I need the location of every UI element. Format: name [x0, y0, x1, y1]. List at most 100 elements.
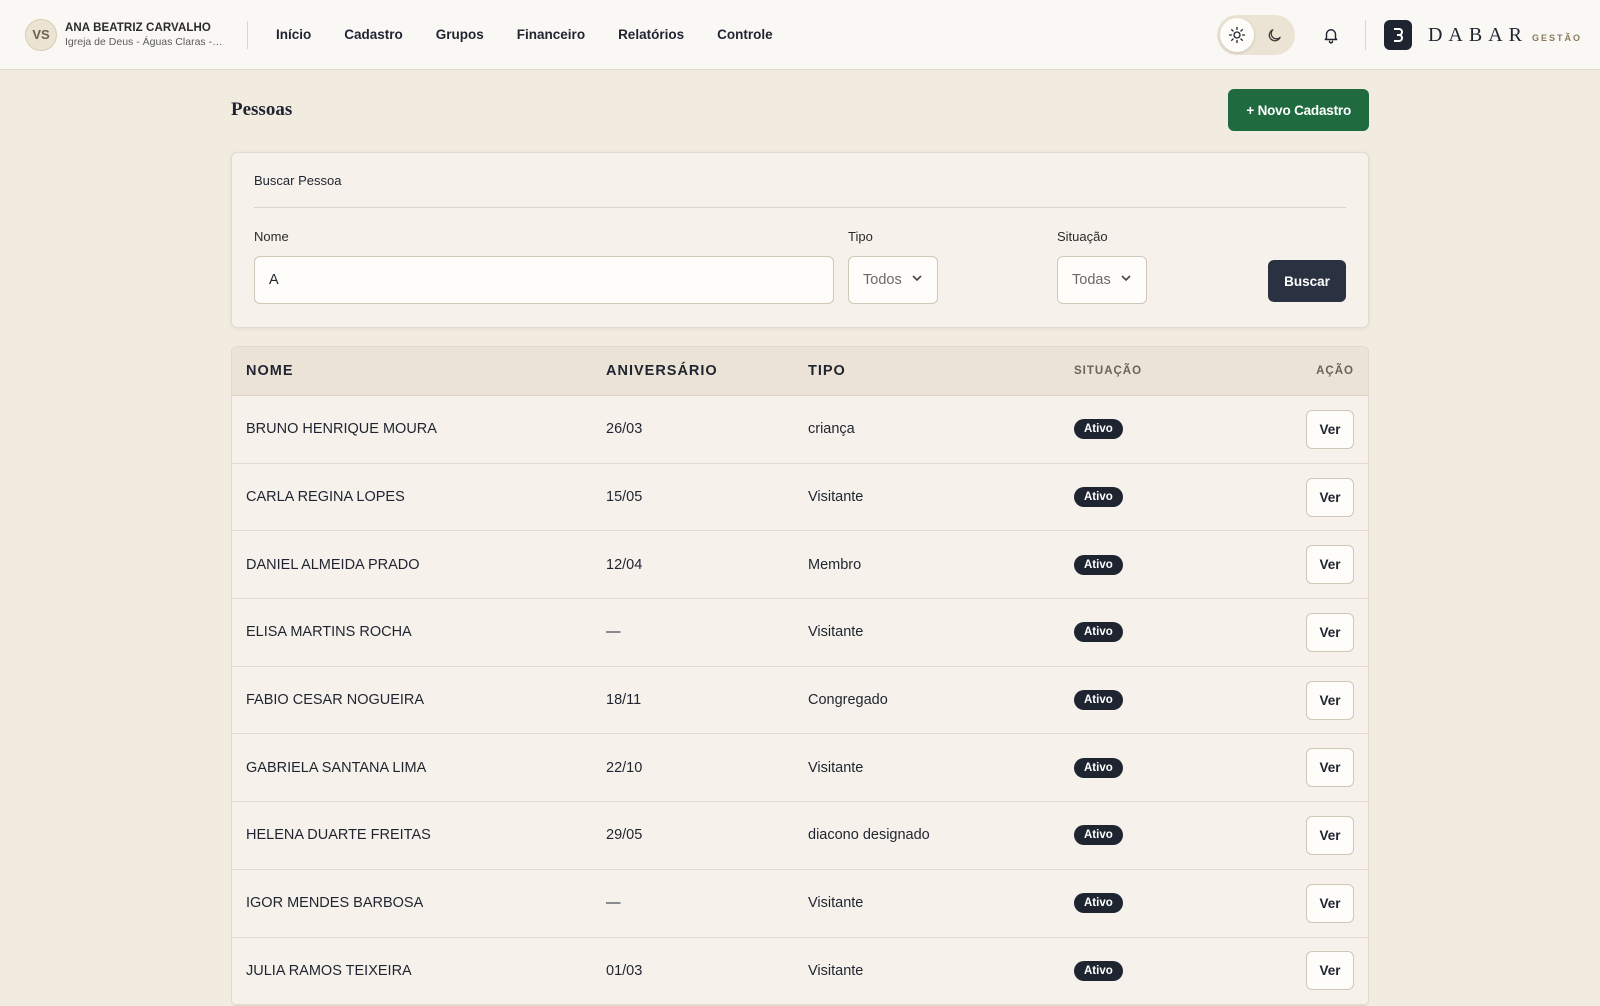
action-cell: Ver	[1234, 545, 1368, 585]
status-badge: Ativo	[1074, 757, 1123, 778]
brand-logo[interactable]: DABAR GESTÃO	[1364, 20, 1582, 50]
status-cell: Ativo	[1074, 960, 1234, 981]
person-birthday: 26/03	[606, 421, 643, 438]
person-type: diacono designado	[808, 827, 930, 844]
avatar[interactable]: VS	[25, 18, 57, 51]
action-cell: Ver	[1234, 409, 1368, 449]
person-birthday: 18/11	[606, 692, 642, 709]
table-row: IGOR MENDES BARBOSA — Visitante Ativo Ver	[232, 870, 1368, 938]
table-row: CARLA REGINA LOPES 15/05 Visitante Ativo Ver	[232, 464, 1368, 532]
person-name: IGOR MENDES BARBOSA	[246, 895, 424, 912]
table-row: HELENA DUARTE FREITAS 29/05 diacono design…	[232, 802, 1368, 870]
brand-name: DABAR	[1427, 23, 1528, 46]
person-type: criança	[808, 421, 855, 438]
sun-icon[interactable]	[1219, 18, 1254, 52]
view-button[interactable]: Ver	[1306, 815, 1354, 855]
main-content: Pessoas + Novo Cadastro Buscar Pessoa No…	[231, 70, 1369, 1006]
status-cell: Ativo	[1074, 825, 1234, 846]
name-search-input[interactable]: A	[254, 256, 834, 304]
theme-toggle[interactable]	[1216, 15, 1295, 55]
page-title: Pessoas	[231, 99, 293, 120]
person-birthday: 12/04	[606, 556, 643, 573]
person-birthday: 29/05	[606, 827, 643, 844]
view-button[interactable]: Ver	[1306, 748, 1354, 788]
action-cell: Ver	[1234, 951, 1368, 991]
person-type: Membro	[808, 556, 862, 573]
brand-subtitle: GESTÃO	[1531, 33, 1582, 43]
nav-item-controle[interactable]: Controle	[717, 27, 773, 42]
column-header-action: AÇÃO	[1316, 365, 1354, 377]
nav-item-financeiro[interactable]: Financeiro	[517, 27, 585, 42]
action-cell: Ver	[1234, 612, 1368, 652]
status-select-value: Todas	[1072, 272, 1111, 288]
name-input-value: A	[269, 272, 279, 288]
search-button[interactable]: Buscar	[1268, 260, 1346, 302]
status-badge: Ativo	[1074, 419, 1123, 440]
status-cell: Ativo	[1074, 419, 1234, 440]
column-header-birthday[interactable]: ANIVERSÁRIO	[606, 363, 808, 379]
column-header-status[interactable]: SITUAÇÃO	[1074, 365, 1234, 377]
view-button[interactable]: Ver	[1306, 680, 1354, 720]
nav-item-relatorios[interactable]: Relatórios	[618, 27, 684, 42]
chevron-down-icon	[911, 272, 923, 288]
main-nav: Início Cadastro Grupos Financeiro Relató…	[276, 27, 806, 42]
page-header: Pessoas + Novo Cadastro	[231, 70, 1369, 150]
column-header-type[interactable]: TIPO	[808, 363, 1074, 379]
person-name: GABRIELA SANTANA LIMA	[246, 759, 427, 776]
person-type: Visitante	[808, 624, 864, 641]
people-table: NOME ANIVERSÁRIO TIPO SITUAÇÃO AÇÃO BRUN…	[231, 346, 1369, 1006]
new-registration-button[interactable]: + Novo Cadastro	[1228, 89, 1369, 131]
view-button[interactable]: Ver	[1306, 951, 1354, 991]
bell-icon[interactable]	[1319, 23, 1343, 47]
user-name: ANA BEATRIZ CARVALHO	[65, 21, 211, 34]
logo-mark-icon	[1383, 20, 1412, 50]
view-button[interactable]: Ver	[1306, 612, 1354, 652]
person-name: FABIO CESAR NOGUEIRA	[246, 692, 425, 709]
table-row: ELISA MARTINS ROCHA — Visitante Ativo Ver	[232, 599, 1368, 667]
view-button[interactable]: Ver	[1306, 883, 1354, 923]
person-name: BRUNO HENRIQUE MOURA	[246, 421, 437, 438]
search-card: Buscar Pessoa Nome A Tipo Todos Situação…	[231, 152, 1369, 328]
view-button[interactable]: Ver	[1306, 545, 1354, 585]
person-birthday: —	[606, 895, 621, 912]
type-select[interactable]: Todos	[848, 256, 938, 304]
user-info: ANA BEATRIZ CARVALHO Igreja de Deus - Ág…	[65, 22, 225, 48]
status-badge: Ativo	[1074, 825, 1123, 846]
status-badge: Ativo	[1074, 554, 1123, 575]
person-birthday: 22/10	[606, 759, 643, 776]
type-select-value: Todos	[863, 272, 902, 288]
nav-item-cadastro[interactable]: Cadastro	[344, 27, 403, 42]
person-type: Visitante	[808, 895, 864, 912]
table-row: JULIA RAMOS TEIXEIRA 01/03 Visitante Ativo V…	[232, 938, 1368, 1006]
column-header-name[interactable]: NOME	[232, 363, 606, 379]
status-cell: Ativo	[1074, 757, 1234, 778]
person-type: Congregado	[808, 692, 888, 709]
view-button[interactable]: Ver	[1306, 477, 1354, 517]
user-profile[interactable]: VS ANA BEATRIZ CARVALHO Igreja de Deus -…	[25, 18, 247, 51]
table-body: BRUNO HENRIQUE MOURA 26/03 criança Ativo Ver…	[232, 396, 1368, 1006]
status-cell: Ativo	[1074, 487, 1234, 508]
status-badge: Ativo	[1074, 960, 1123, 981]
status-select[interactable]: Todas	[1057, 256, 1147, 304]
table-row: GABRIELA SANTANA LIMA 22/10 Visitante Ativo…	[232, 734, 1368, 803]
action-cell: Ver	[1234, 883, 1368, 923]
view-button[interactable]: Ver	[1306, 409, 1354, 449]
header-tools: DABAR GESTÃO	[1216, 0, 1582, 70]
status-cell: Ativo	[1074, 690, 1234, 711]
moon-icon[interactable]	[1260, 20, 1290, 50]
chevron-down-icon	[1120, 272, 1132, 288]
person-birthday: 15/05	[606, 489, 643, 506]
user-organization: Igreja de Deus - Águas Claras - I...	[65, 35, 225, 48]
status-badge: Ativo	[1074, 622, 1123, 643]
person-name: CARLA REGINA LOPES	[246, 489, 405, 506]
status-cell: Ativo	[1074, 554, 1234, 575]
status-label: Situação	[1057, 229, 1108, 244]
person-name: JULIA RAMOS TEIXEIRA	[246, 962, 412, 979]
person-birthday: 01/03	[606, 962, 643, 979]
nav-item-inicio[interactable]: Início	[276, 27, 311, 42]
person-birthday: —	[606, 624, 621, 641]
status-cell: Ativo	[1074, 893, 1234, 914]
person-name: DANIEL ALMEIDA PRADO	[246, 556, 420, 573]
search-card-title: Buscar Pessoa	[254, 153, 1346, 208]
nav-item-grupos[interactable]: Grupos	[436, 27, 484, 42]
